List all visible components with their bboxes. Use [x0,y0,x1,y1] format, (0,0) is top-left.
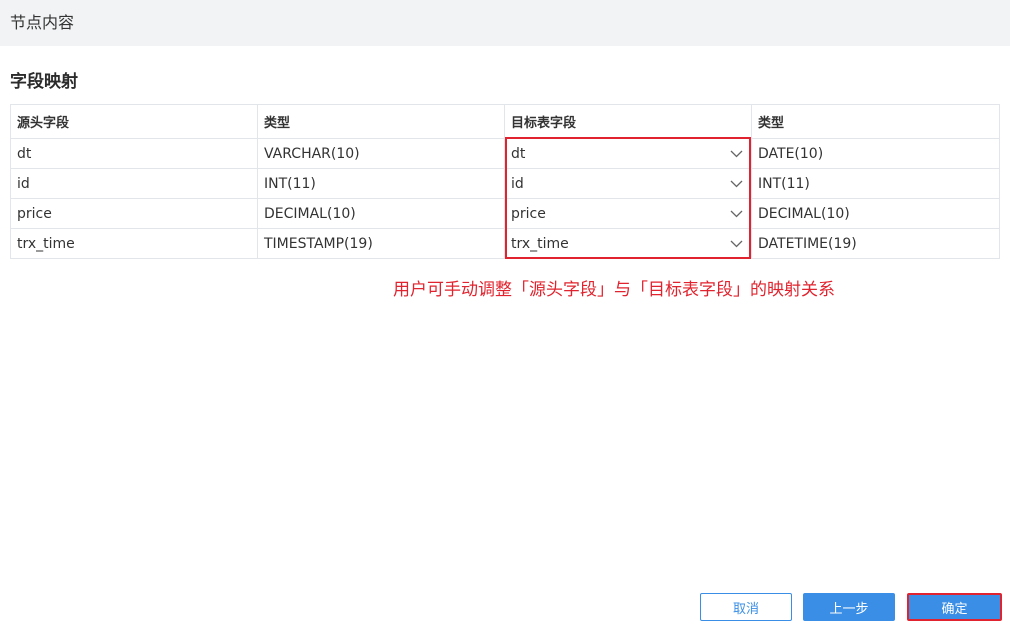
source-field-cell: dt [10,138,258,169]
header-source-type: 类型 [257,104,505,139]
target-type-cell: DECIMAL(10) [751,198,1000,229]
target-field-select[interactable]: trx_time [505,229,751,258]
target-field-cell: trx_time [504,228,752,259]
target-field-value: trx_time [511,235,569,252]
target-field-value: id [511,175,524,192]
table-row: id INT(11) id INT(11) [10,168,1000,199]
target-field-value: dt [511,145,526,162]
table-row: price DECIMAL(10) price DECIMAL(10) [10,198,1000,229]
panel-header: 节点内容 [0,0,1010,46]
target-field-value: price [511,205,546,222]
confirm-button[interactable]: 确定 [907,593,1002,621]
previous-step-button[interactable]: 上一步 [803,593,895,621]
target-field-select[interactable]: id [505,169,751,198]
section-title: 字段映射 [10,72,78,92]
annotation-text: 用户可手动调整「源头字段」与「目标表字段」的映射关系 [393,280,835,300]
target-field-select[interactable]: dt [505,139,751,168]
chevron-down-icon [730,150,743,157]
chevron-down-icon [730,180,743,187]
header-source-field: 源头字段 [10,104,258,139]
target-field-cell: dt [504,138,752,169]
target-type-cell: DATETIME(19) [751,228,1000,259]
cancel-button[interactable]: 取消 [700,593,792,621]
chevron-down-icon [730,240,743,247]
target-field-cell: id [504,168,752,199]
table-row: trx_time TIMESTAMP(19) trx_time DATETIME… [10,228,1000,259]
chevron-down-icon [730,210,743,217]
source-type-cell: INT(11) [257,168,505,199]
table-row: dt VARCHAR(10) dt DATE(10) [10,138,1000,169]
source-type-cell: DECIMAL(10) [257,198,505,229]
source-type-cell: TIMESTAMP(19) [257,228,505,259]
target-field-cell: price [504,198,752,229]
source-field-cell: trx_time [10,228,258,259]
target-type-cell: DATE(10) [751,138,1000,169]
table-header-row: 源头字段 类型 目标表字段 类型 [10,104,1000,139]
target-field-select[interactable]: price [505,199,751,228]
header-target-type: 类型 [751,104,1000,139]
target-type-cell: INT(11) [751,168,1000,199]
source-field-cell: price [10,198,258,229]
header-target-field: 目标表字段 [504,104,752,139]
panel-title: 节点内容 [10,13,75,32]
field-mapping-table: 源头字段 类型 目标表字段 类型 dt VARCHAR(10) dt DATE(… [10,104,1000,259]
source-field-cell: id [10,168,258,199]
source-type-cell: VARCHAR(10) [257,138,505,169]
